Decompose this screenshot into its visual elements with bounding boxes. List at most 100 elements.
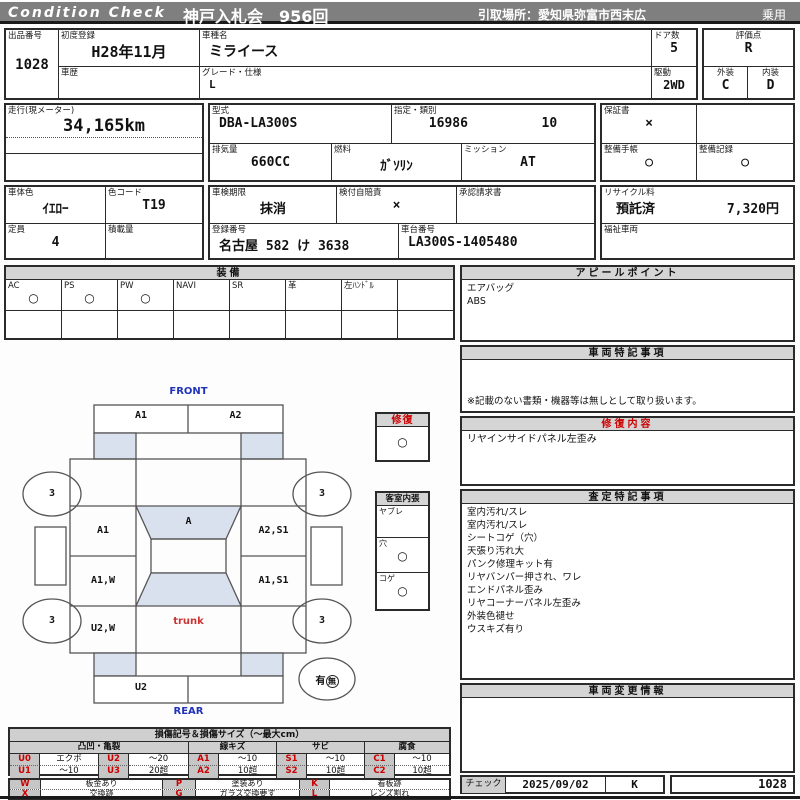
load-cell: 積載量: [106, 224, 202, 258]
equipment-label: AC: [8, 281, 20, 291]
insurance-label: 検付自賠責: [339, 188, 382, 198]
equipment-label: [398, 280, 453, 281]
approval-cell: 承認請求書: [457, 187, 594, 224]
welfare-label: 福祉車両: [604, 225, 639, 235]
check-date: 2025/09/02: [522, 778, 589, 791]
panel-top-right: A2: [229, 410, 242, 421]
legend-value: 10超: [307, 766, 365, 778]
appeal-line: ABS: [467, 296, 486, 307]
equipment-cell-extra: [398, 280, 453, 310]
damage-legend-table: 損傷記号＆損傷サイズ（～最大cm） 凸凹・亀裂 線キズ サビ 腐食 U0 エクボ…: [8, 727, 451, 778]
repair-mini-mark: ○: [397, 435, 408, 449]
equipment-label: 革: [288, 281, 297, 291]
lining-hole-label: 穴: [379, 539, 387, 548]
displacement-label: 排気量: [212, 145, 238, 155]
class-value-2: 10: [541, 116, 558, 131]
legend-code: K: [300, 780, 330, 789]
changes-section: 車両変更情報: [460, 683, 795, 773]
equipment-mark: ○: [140, 291, 151, 305]
chassis-cell: 車台番号 LA300S-1405480: [399, 224, 594, 258]
appeal-title: アピールポイント: [462, 267, 793, 280]
drive-label: 駆動: [654, 68, 672, 78]
maint-rec-label: 整備記録: [699, 145, 734, 155]
check-inspector-cell: K: [606, 777, 663, 793]
maint-book-value: ○: [645, 155, 653, 170]
warranty-box: 保証書 × 整備手帳 ○ 整備記録 ○: [600, 103, 795, 182]
assessment-line: エンドパネル歪み: [467, 585, 544, 596]
check-box: チェック 2025/09/02 K: [460, 775, 665, 794]
capacity-value: 4: [51, 235, 60, 250]
equipment-label: 左ﾊﾝﾄﾞﾙ: [344, 281, 374, 291]
interior-lining-title: 客室内張: [377, 493, 428, 506]
warranty-value: ×: [645, 116, 653, 131]
interior-cell: 内装 D: [748, 67, 793, 99]
repair-mini-title: 修復: [377, 414, 428, 427]
check-lot-box: 1028: [670, 775, 795, 794]
class-label: 指定・類別: [394, 106, 437, 116]
repair-mini-box: 修復 ○: [375, 412, 430, 462]
legend-code: P: [163, 780, 196, 789]
model-name-label: 車種名: [202, 31, 228, 41]
panel-right-1: A2,S1: [258, 525, 289, 536]
legend-desc: 看板跡: [377, 779, 402, 788]
lining-burn-label: コゲ: [379, 574, 395, 583]
history-cell: 車歴: [59, 67, 200, 99]
lining-burn-mark: ○: [397, 584, 408, 598]
legend-value: エクボ: [40, 754, 99, 766]
model-code-value: DBA-LA300S: [219, 116, 298, 131]
recycle-status: 預託済: [616, 202, 656, 217]
panel-top-left: A1: [134, 410, 148, 421]
equipment-cell-navi: NAVI: [174, 280, 230, 310]
wheel-rear-right: 3: [318, 615, 326, 626]
equipment-table: 装備 AC ○ PS ○ PW ○ NAVI SR 革 左ﾊﾝﾄﾞﾙ: [4, 265, 455, 340]
approval-label: 承認請求書: [459, 188, 502, 198]
condition-check-sheet: Condition Check 神戸入札会 956回 引取場所：愛知県弥富市西末…: [0, 0, 800, 800]
warranty-cell: 保証書 ×: [602, 105, 697, 144]
displacement-cell: 排気量 660CC: [210, 144, 332, 180]
assessment-line: ウスキズ有り: [467, 624, 525, 635]
vehicle-notes-note: ※記載のない書類・機器等は無しとして取り扱います。: [467, 396, 702, 407]
registration-box: 車検期限 抹消 検付自賠責 × 承認請求書 登録番号 名古屋 582 け 363…: [208, 185, 596, 260]
color-code-value: T19: [142, 198, 166, 213]
legend-code: C2: [365, 766, 395, 778]
assessment-line: リヤコーナーパネル左歪み: [467, 598, 581, 609]
repair-line: リヤインサイドパネル左歪み: [467, 434, 597, 445]
reg-no-value: 名古屋 582 け 3638: [219, 239, 350, 254]
appeal-line: エアバッグ: [467, 283, 515, 294]
exterior-cell: 外装 C: [704, 67, 748, 99]
legend-group-rust: サビ: [277, 742, 365, 754]
vehicle-notes-section: 車両特記事項 ※記載のない書類・機器等は無しとして取り扱います。: [460, 345, 795, 413]
model-name-cell: 車種名 ミライース: [200, 30, 652, 67]
color-box: 車体色 ｲｴﾛｰ 色コード T19 定員 4 積載量: [4, 185, 204, 260]
changes-title: 車両変更情報: [462, 685, 793, 698]
equipment-mark: ○: [28, 291, 39, 305]
rear-label: REAR: [173, 706, 204, 717]
lining-row-burn: コゲ ○: [377, 573, 428, 607]
maint-book-label: 整備手帳: [604, 145, 639, 155]
panel-left-2: A1,W: [90, 575, 116, 586]
equipment-empty: [62, 311, 118, 338]
panel-right-2: A1,S1: [258, 575, 289, 586]
mileage-box: 走行(現メーター) 34,165km: [4, 103, 204, 182]
grade-value: L: [209, 78, 216, 91]
panel-left-3: U2,W: [90, 623, 116, 634]
lining-row-tear: ヤブレ: [377, 506, 428, 538]
lining-hole-mark: ○: [397, 549, 408, 563]
class-value-1: 16986: [428, 116, 468, 131]
drive-value: 2WD: [663, 78, 685, 92]
inspection-cell: 車検期限 抹消: [210, 187, 337, 224]
identity-box: 出品番号 1028 初度登録 H28年11月 車歴 車種名 ミライース グレード…: [4, 28, 698, 100]
chassis-label: 車台番号: [401, 225, 436, 235]
legend-code: U0: [10, 754, 40, 766]
equipment-empty: [342, 311, 398, 338]
score-box: 評価点 R 外装 C 内装 D: [702, 28, 795, 100]
mileage-value: 34,165km: [63, 116, 145, 136]
score-value: R: [744, 41, 753, 56]
capacity-cell: 定員 4: [6, 224, 106, 258]
grade-label: グレード・仕様: [202, 68, 262, 78]
wheel-front-left: 3: [48, 488, 56, 499]
repair-title: 修復内容: [462, 418, 793, 431]
equipment-title: 装備: [6, 267, 453, 280]
appeal-section: アピールポイント エアバッグ ABS: [460, 265, 795, 342]
fuel-label: 燃料: [334, 145, 352, 155]
